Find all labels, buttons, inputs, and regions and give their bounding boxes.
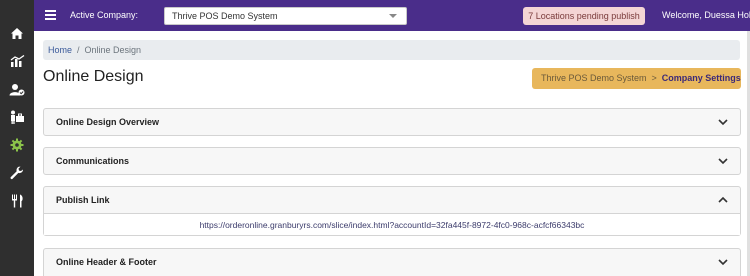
sidebar <box>0 0 34 276</box>
user-menu[interactable]: Welcome, Duessa Holscher <box>662 10 750 20</box>
chevron-down-icon <box>389 14 397 18</box>
page-title: Online Design <box>43 68 144 85</box>
panel-title: Communications <box>56 156 130 166</box>
welcome-text: Welcome, Duessa Holscher <box>662 10 750 20</box>
tools-icon[interactable] <box>0 162 34 184</box>
panel-header[interactable]: Communications <box>44 148 740 174</box>
panel-header[interactable]: Online Design Overview <box>44 109 740 135</box>
crumb-arrow: > <box>651 73 657 83</box>
publish-link-url[interactable]: https://orderonline.granburyrs.com/slice… <box>44 213 740 235</box>
users-icon[interactable] <box>0 78 34 100</box>
panel-title: Publish Link <box>56 195 110 205</box>
reports-icon[interactable] <box>0 50 34 72</box>
app-root: Active Company: Thrive POS Demo System 7… <box>0 0 750 276</box>
active-company-label: Active Company: <box>70 10 139 20</box>
company-select-value: Thrive POS Demo System <box>172 11 278 21</box>
panel-title: Online Header & Footer <box>56 257 157 267</box>
panel-header[interactable]: Publish Link <box>44 187 740 213</box>
hamburger-menu-icon[interactable] <box>45 10 56 20</box>
chevron-down-icon <box>718 119 728 126</box>
panel-online-design-overview: Online Design Overview <box>43 108 741 136</box>
top-bar: Active Company: Thrive POS Demo System 7… <box>34 0 750 31</box>
panel-publish-link: Publish Link https://orderonline.granbur… <box>43 186 741 236</box>
company-select[interactable]: Thrive POS Demo System <box>164 7 407 25</box>
company-settings-crumb: Thrive POS Demo System > Company Settings <box>532 68 741 89</box>
panel-title: Online Design Overview <box>56 117 160 127</box>
crumb-company-name[interactable]: Thrive POS Demo System <box>541 73 647 83</box>
settings-icon[interactable] <box>0 134 34 156</box>
crumb-company-settings[interactable]: Company Settings <box>662 73 741 83</box>
breadcrumb: Home / Online Design <box>43 40 740 60</box>
panel-header[interactable]: Online Header & Footer <box>44 249 740 275</box>
panel-online-header-footer: Online Header & Footer <box>43 248 741 276</box>
breadcrumb-home-link[interactable]: Home <box>48 45 72 55</box>
chevron-up-icon <box>718 196 728 203</box>
panel-communications: Communications <box>43 147 741 175</box>
chevron-down-icon <box>718 158 728 165</box>
breadcrumb-separator: / <box>77 45 80 55</box>
home-icon[interactable] <box>0 22 34 44</box>
menu-icon[interactable] <box>0 190 34 212</box>
pending-publish-badge[interactable]: 7 Locations pending publish <box>523 7 645 25</box>
chevron-down-icon <box>718 259 728 266</box>
breadcrumb-current: Online Design <box>84 45 142 55</box>
employees-icon[interactable] <box>0 106 34 128</box>
